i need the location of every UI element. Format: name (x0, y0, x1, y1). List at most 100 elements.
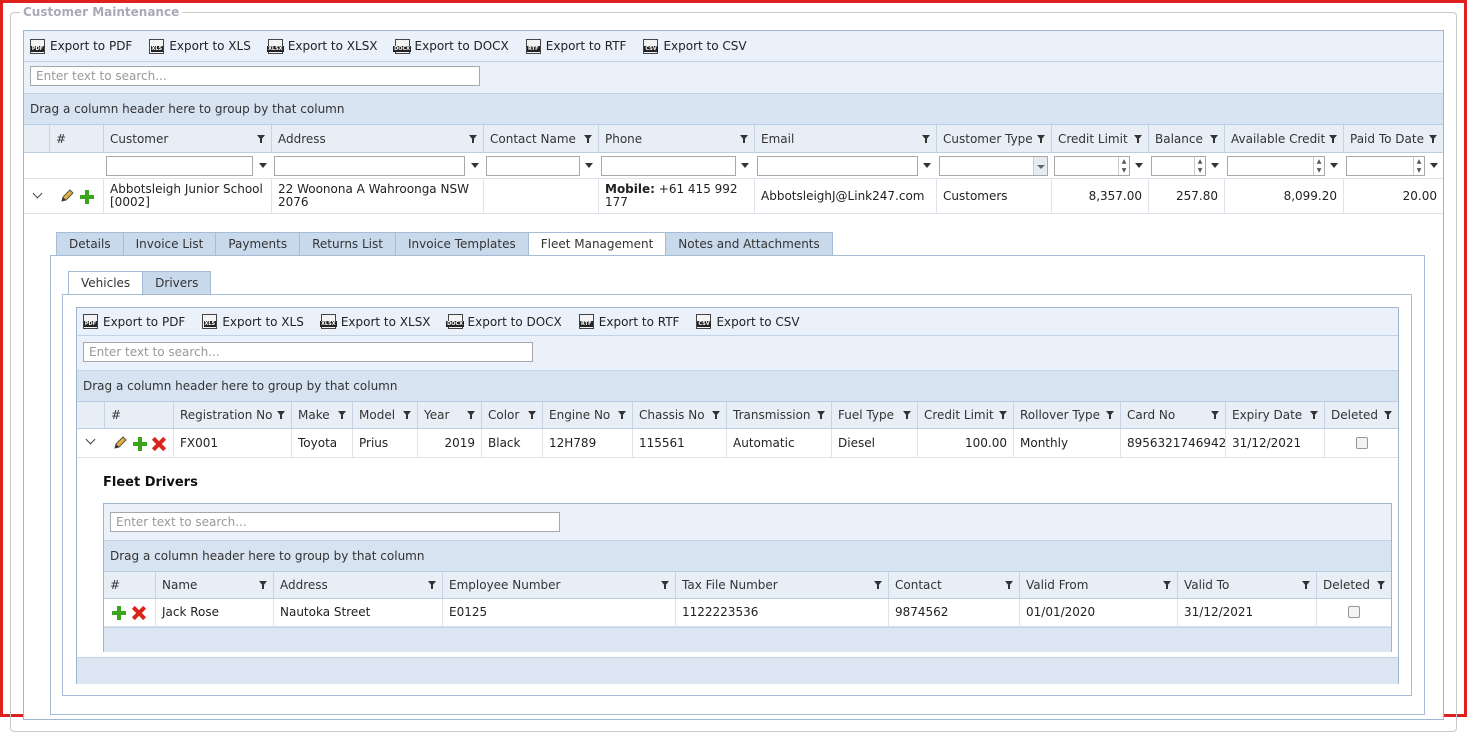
tab-invoice-templates[interactable]: Invoice Templates (394, 232, 528, 256)
column-header-name[interactable]: Name (155, 572, 273, 598)
filter-icon[interactable] (277, 411, 285, 419)
spinner-icon[interactable]: ▲ ▼ (1413, 157, 1424, 175)
column-header-valid-from[interactable]: Valid From (1019, 572, 1177, 598)
filter-icon[interactable] (467, 411, 475, 419)
vehicles-search-input[interactable]: Enter text to search... (83, 342, 533, 362)
tab-payments[interactable]: Payments (215, 232, 300, 256)
tab-drivers[interactable]: Drivers (142, 271, 212, 295)
export-csv-button[interactable]: CSV Export to CSV (643, 38, 747, 54)
column-header-registration-no[interactable]: Registration No (173, 402, 291, 428)
vehicles-export-csv-button[interactable]: CSV Export to CSV (696, 314, 800, 329)
filter-credit-limit-input[interactable]: ▲ ▼ (1054, 156, 1130, 176)
column-header-phone[interactable]: Phone (598, 125, 754, 152)
filter-icon[interactable] (584, 134, 592, 143)
filter-icon[interactable] (259, 581, 267, 589)
filter-icon[interactable] (585, 163, 593, 168)
filter-icon[interactable] (1329, 134, 1337, 143)
column-header-make[interactable]: Make (291, 402, 352, 428)
filter-icon[interactable] (528, 411, 536, 419)
filter-contact-input[interactable] (486, 156, 580, 176)
filter-icon[interactable] (712, 411, 720, 419)
filter-icon[interactable] (1302, 581, 1310, 589)
tab-details[interactable]: Details (56, 232, 123, 256)
vehicles-group-panel[interactable]: Drag a column header here to group by th… (77, 371, 1398, 402)
filter-icon[interactable] (922, 134, 930, 143)
vehicles-export-xls-button[interactable]: XLS Export to XLS (202, 314, 304, 329)
filter-customer-type-select[interactable] (939, 156, 1048, 176)
filter-icon[interactable] (1330, 163, 1338, 168)
filter-icon[interactable] (257, 134, 265, 143)
column-header-fuel-type[interactable]: Fuel Type (831, 402, 917, 428)
tab-invoice-list[interactable]: Invoice List (122, 232, 216, 256)
vehicles-export-pdf-button[interactable]: PDF Export to PDF (83, 314, 185, 329)
tab-returns-list[interactable]: Returns List (299, 232, 395, 256)
filter-icon[interactable] (1211, 411, 1219, 419)
filter-icon[interactable] (471, 163, 479, 168)
column-header-expiry-date[interactable]: Expiry Date (1225, 402, 1324, 428)
filter-icon[interactable] (817, 411, 825, 419)
filter-icon[interactable] (874, 581, 882, 589)
spinner-icon[interactable]: ▲ ▼ (1194, 157, 1205, 175)
column-header-transmission[interactable]: Transmission (726, 402, 831, 428)
column-header-year[interactable]: Year (417, 402, 481, 428)
add-icon[interactable] (112, 606, 126, 620)
vehicle-row[interactable]: FX001 Toyota Prius 2019 Black 12H789 115… (77, 429, 1398, 458)
customer-row[interactable]: Abbotsleigh Junior School [0002] 22 Woon… (24, 179, 1443, 214)
filter-icon[interactable] (999, 411, 1007, 419)
column-header-credit-limit[interactable]: Credit Limit (917, 402, 1013, 428)
filter-icon[interactable] (1384, 411, 1392, 419)
edit-pencil-icon[interactable] (113, 436, 127, 450)
delete-icon[interactable] (132, 606, 146, 620)
deleted-checkbox[interactable] (1356, 437, 1368, 449)
column-header-index[interactable]: # (49, 125, 103, 152)
filter-icon[interactable] (741, 163, 749, 168)
customer-search-input[interactable]: Enter text to search... (30, 66, 480, 86)
tab-fleet-management[interactable]: Fleet Management (527, 232, 666, 256)
filter-email-input[interactable] (757, 156, 918, 176)
filter-icon[interactable] (1106, 411, 1114, 419)
filter-icon[interactable] (1310, 411, 1318, 419)
tab-vehicles[interactable]: Vehicles (68, 271, 143, 295)
filter-icon[interactable] (1211, 163, 1219, 168)
column-header-engine-no[interactable]: Engine No (542, 402, 632, 428)
tab-notes-and-attachments[interactable]: Notes and Attachments (665, 232, 833, 256)
column-header-index[interactable]: # (104, 572, 155, 598)
filter-balance-input[interactable]: ▲ ▼ (1151, 156, 1206, 176)
filter-icon[interactable] (1430, 163, 1438, 168)
filter-icon[interactable] (338, 411, 346, 419)
filter-icon[interactable] (1429, 134, 1437, 143)
column-header-customer[interactable]: Customer (103, 125, 271, 152)
filter-phone-input[interactable] (601, 156, 736, 176)
column-header-color[interactable]: Color (481, 402, 542, 428)
column-header-contact[interactable]: Contact (888, 572, 1019, 598)
column-header-tax-file-number[interactable]: Tax File Number (675, 572, 888, 598)
filter-paid-to-date-input[interactable]: ▲ ▼ (1346, 156, 1425, 176)
export-pdf-button[interactable]: PDF Export to PDF (30, 38, 132, 54)
vehicles-export-docx-button[interactable]: DOCX Export to DOCX (446, 314, 562, 329)
column-header-paid-to-date[interactable]: Paid To Date (1343, 125, 1443, 152)
filter-available-credit-input[interactable]: ▲ ▼ (1227, 156, 1325, 176)
column-header-deleted[interactable]: Deleted (1316, 572, 1391, 598)
export-docx-button[interactable]: DOCX Export to DOCX (393, 38, 509, 54)
column-header-available-credit[interactable]: Available Credit (1224, 125, 1343, 152)
column-header-customer-type[interactable]: Customer Type (936, 125, 1051, 152)
add-icon[interactable] (133, 437, 147, 451)
drivers-search-input[interactable]: Enter text to search... (110, 512, 560, 532)
column-header-card-no[interactable]: Card No (1120, 402, 1225, 428)
column-header-rollover-type[interactable]: Rollover Type (1013, 402, 1120, 428)
delete-icon[interactable] (152, 437, 166, 451)
column-header-index[interactable]: # (104, 402, 173, 428)
column-header-balance[interactable]: Balance (1148, 125, 1224, 152)
export-xls-button[interactable]: XLS Export to XLS (149, 38, 251, 54)
filter-icon[interactable] (618, 411, 626, 419)
filter-icon[interactable] (1163, 581, 1171, 589)
column-header-contact-name[interactable]: Contact Name (483, 125, 598, 152)
column-header-email[interactable]: Email (754, 125, 936, 152)
filter-icon[interactable] (1377, 581, 1385, 589)
chevron-down-icon[interactable] (1033, 157, 1047, 175)
column-header-chassis-no[interactable]: Chassis No (632, 402, 726, 428)
column-header-valid-to[interactable]: Valid To (1177, 572, 1316, 598)
filter-icon[interactable] (661, 581, 669, 589)
filter-icon[interactable] (403, 411, 411, 419)
filter-customer-input[interactable] (106, 156, 253, 176)
